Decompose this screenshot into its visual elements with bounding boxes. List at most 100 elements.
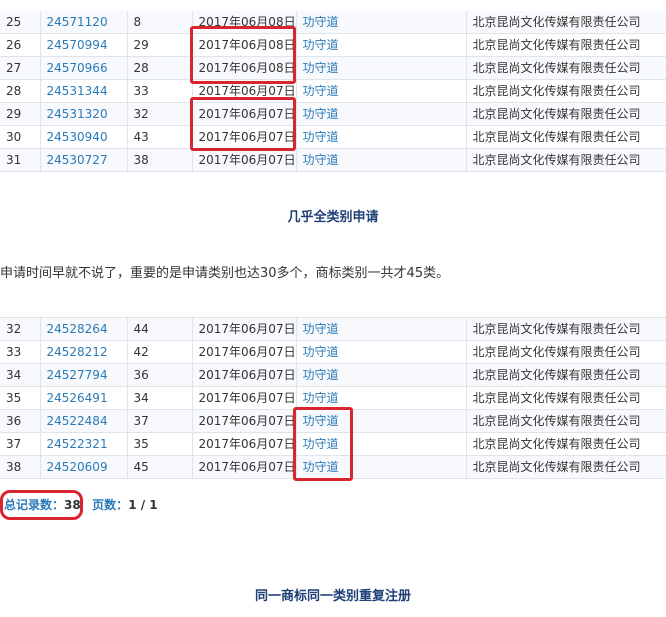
row-index: 30 bbox=[0, 125, 41, 149]
applicant-name: 北京昆尚文化传媒有限责任公司 bbox=[466, 409, 666, 433]
table-row: 28 24531344 33 2017年06月07日 功守道 北京昆尚文化传媒有限责任公司 bbox=[0, 79, 666, 103]
application-date: 2017年06月08日 bbox=[192, 33, 297, 57]
trademark-name[interactable]: 功守道 bbox=[296, 148, 467, 172]
class-number: 44 bbox=[127, 317, 193, 341]
application-date: 2017年06月07日 bbox=[192, 455, 297, 479]
trademark-name[interactable]: 功守道 bbox=[296, 56, 467, 80]
trademark-name[interactable]: 功守道 bbox=[296, 11, 467, 34]
row-index: 25 bbox=[0, 11, 41, 34]
class-number: 34 bbox=[127, 386, 193, 410]
total-records-label: 总记录数： bbox=[4, 498, 65, 512]
row-index: 32 bbox=[0, 317, 41, 341]
class-number: 29 bbox=[127, 33, 193, 57]
row-index: 38 bbox=[0, 455, 41, 479]
registration-number[interactable]: 24530727 bbox=[40, 148, 128, 172]
registration-number[interactable]: 24528264 bbox=[40, 317, 128, 341]
registration-number[interactable]: 24528212 bbox=[40, 340, 128, 364]
trademark-name[interactable]: 功守道 bbox=[296, 340, 467, 364]
row-index: 26 bbox=[0, 33, 41, 57]
table-row: 38 24520609 45 2017年06月07日 功守道 北京昆尚文化传媒有限责任公司 bbox=[0, 455, 666, 479]
application-date: 2017年06月08日 bbox=[192, 56, 297, 80]
application-date: 2017年06月08日 bbox=[192, 11, 297, 34]
registration-number[interactable]: 24520609 bbox=[40, 455, 128, 479]
applicant-name: 北京昆尚文化传媒有限责任公司 bbox=[466, 148, 666, 172]
table-row: 35 24526491 34 2017年06月07日 功守道 北京昆尚文化传媒有限责任公司 bbox=[0, 386, 666, 410]
class-number: 36 bbox=[127, 363, 193, 387]
table-row: 33 24528212 42 2017年06月07日 功守道 北京昆尚文化传媒有限责任公司 bbox=[0, 340, 666, 364]
class-number: 8 bbox=[127, 11, 193, 34]
row-index: 28 bbox=[0, 79, 41, 103]
registration-number[interactable]: 24530940 bbox=[40, 125, 128, 149]
class-number: 35 bbox=[127, 432, 193, 456]
pagination-summary: 总记录数：38 页数：1 / 1 bbox=[4, 496, 158, 514]
class-number: 28 bbox=[127, 56, 193, 80]
caption-all-categories: 几乎全类别申请 bbox=[287, 210, 379, 225]
page-count-label: 页数： bbox=[92, 498, 129, 512]
application-date: 2017年06月07日 bbox=[192, 363, 297, 387]
application-date: 2017年06月07日 bbox=[192, 317, 297, 341]
application-date: 2017年06月07日 bbox=[192, 102, 297, 126]
class-number: 32 bbox=[127, 102, 193, 126]
trademark-name[interactable]: 功守道 bbox=[296, 409, 467, 433]
applicant-name: 北京昆尚文化传媒有限责任公司 bbox=[466, 102, 666, 126]
registration-number[interactable]: 24570994 bbox=[40, 33, 128, 57]
applicant-name: 北京昆尚文化传媒有限责任公司 bbox=[466, 432, 666, 456]
row-index: 35 bbox=[0, 386, 41, 410]
trademark-name[interactable]: 功守道 bbox=[296, 363, 467, 387]
class-number: 45 bbox=[127, 455, 193, 479]
applicant-name: 北京昆尚文化传媒有限责任公司 bbox=[466, 455, 666, 479]
table-row: 31 24530727 38 2017年06月07日 功守道 北京昆尚文化传媒有限责任公司 bbox=[0, 148, 666, 172]
application-date: 2017年06月07日 bbox=[192, 409, 297, 433]
row-index: 27 bbox=[0, 56, 41, 80]
class-number: 33 bbox=[127, 79, 193, 103]
registration-number[interactable]: 24531320 bbox=[40, 102, 128, 126]
trademark-name[interactable]: 功守道 bbox=[296, 455, 467, 479]
class-number: 42 bbox=[127, 340, 193, 364]
registration-number[interactable]: 24526491 bbox=[40, 386, 128, 410]
table-row: 26 24570994 29 2017年06月08日 功守道 北京昆尚文化传媒有限责任公司 bbox=[0, 33, 666, 57]
application-date: 2017年06月07日 bbox=[192, 148, 297, 172]
application-date: 2017年06月07日 bbox=[192, 125, 297, 149]
total-records-value: 38 bbox=[64, 498, 81, 512]
table-row: 27 24570966 28 2017年06月08日 功守道 北京昆尚文化传媒有限责任公司 bbox=[0, 56, 666, 80]
registration-number[interactable]: 24527794 bbox=[40, 363, 128, 387]
table-row: 30 24530940 43 2017年06月07日 功守道 北京昆尚文化传媒有限责任公司 bbox=[0, 125, 666, 149]
applicant-name: 北京昆尚文化传媒有限责任公司 bbox=[466, 340, 666, 364]
trademark-name[interactable]: 功守道 bbox=[296, 33, 467, 57]
row-index: 33 bbox=[0, 340, 41, 364]
application-date: 2017年06月07日 bbox=[192, 79, 297, 103]
explanation-paragraph: 申请时间早就不说了，重要的是申请类别也达30多个，商标类别一共才45类。 bbox=[0, 266, 450, 281]
applicant-name: 北京昆尚文化传媒有限责任公司 bbox=[466, 11, 666, 34]
trademark-table-1: 25 24571120 8 2017年06月08日 功守道 北京昆尚文化传媒有限责任公司 2… bbox=[0, 11, 666, 172]
table-row: 25 24571120 8 2017年06月08日 功守道 北京昆尚文化传媒有限责任公司 bbox=[0, 11, 666, 34]
table-row: 36 24522484 37 2017年06月07日 功守道 北京昆尚文化传媒有限责任公司 bbox=[0, 409, 666, 433]
trademark-name[interactable]: 功守道 bbox=[296, 386, 467, 410]
trademark-name[interactable]: 功守道 bbox=[296, 79, 467, 103]
table-row: 29 24531320 32 2017年06月07日 功守道 北京昆尚文化传媒有限责任公司 bbox=[0, 102, 666, 126]
registration-number[interactable]: 24522321 bbox=[40, 432, 128, 456]
trademark-name[interactable]: 功守道 bbox=[296, 432, 467, 456]
trademark-name[interactable]: 功守道 bbox=[296, 125, 467, 149]
page-count-value: 1 / 1 bbox=[128, 498, 158, 512]
trademark-name[interactable]: 功守道 bbox=[296, 317, 467, 341]
applicant-name: 北京昆尚文化传媒有限责任公司 bbox=[466, 386, 666, 410]
class-number: 37 bbox=[127, 409, 193, 433]
registration-number[interactable]: 24571120 bbox=[40, 11, 128, 34]
table-row: 34 24527794 36 2017年06月07日 功守道 北京昆尚文化传媒有限责任公司 bbox=[0, 363, 666, 387]
applicant-name: 北京昆尚文化传媒有限责任公司 bbox=[466, 125, 666, 149]
applicant-name: 北京昆尚文化传媒有限责任公司 bbox=[466, 317, 666, 341]
applicant-name: 北京昆尚文化传媒有限责任公司 bbox=[466, 56, 666, 80]
application-date: 2017年06月07日 bbox=[192, 340, 297, 364]
trademark-name[interactable]: 功守道 bbox=[296, 102, 467, 126]
row-index: 36 bbox=[0, 409, 41, 433]
trademark-table-2: 32 24528264 44 2017年06月07日 功守道 北京昆尚文化传媒有限责任公司… bbox=[0, 317, 666, 479]
table-row: 37 24522321 35 2017年06月07日 功守道 北京昆尚文化传媒有限责任公司 bbox=[0, 432, 666, 456]
row-index: 29 bbox=[0, 102, 41, 126]
row-index: 34 bbox=[0, 363, 41, 387]
applicant-name: 北京昆尚文化传媒有限责任公司 bbox=[466, 79, 666, 103]
registration-number[interactable]: 24531344 bbox=[40, 79, 128, 103]
table-row: 32 24528264 44 2017年06月07日 功守道 北京昆尚文化传媒有限责任公司 bbox=[0, 317, 666, 341]
applicant-name: 北京昆尚文化传媒有限责任公司 bbox=[466, 363, 666, 387]
registration-number[interactable]: 24570966 bbox=[40, 56, 128, 80]
registration-number[interactable]: 24522484 bbox=[40, 409, 128, 433]
